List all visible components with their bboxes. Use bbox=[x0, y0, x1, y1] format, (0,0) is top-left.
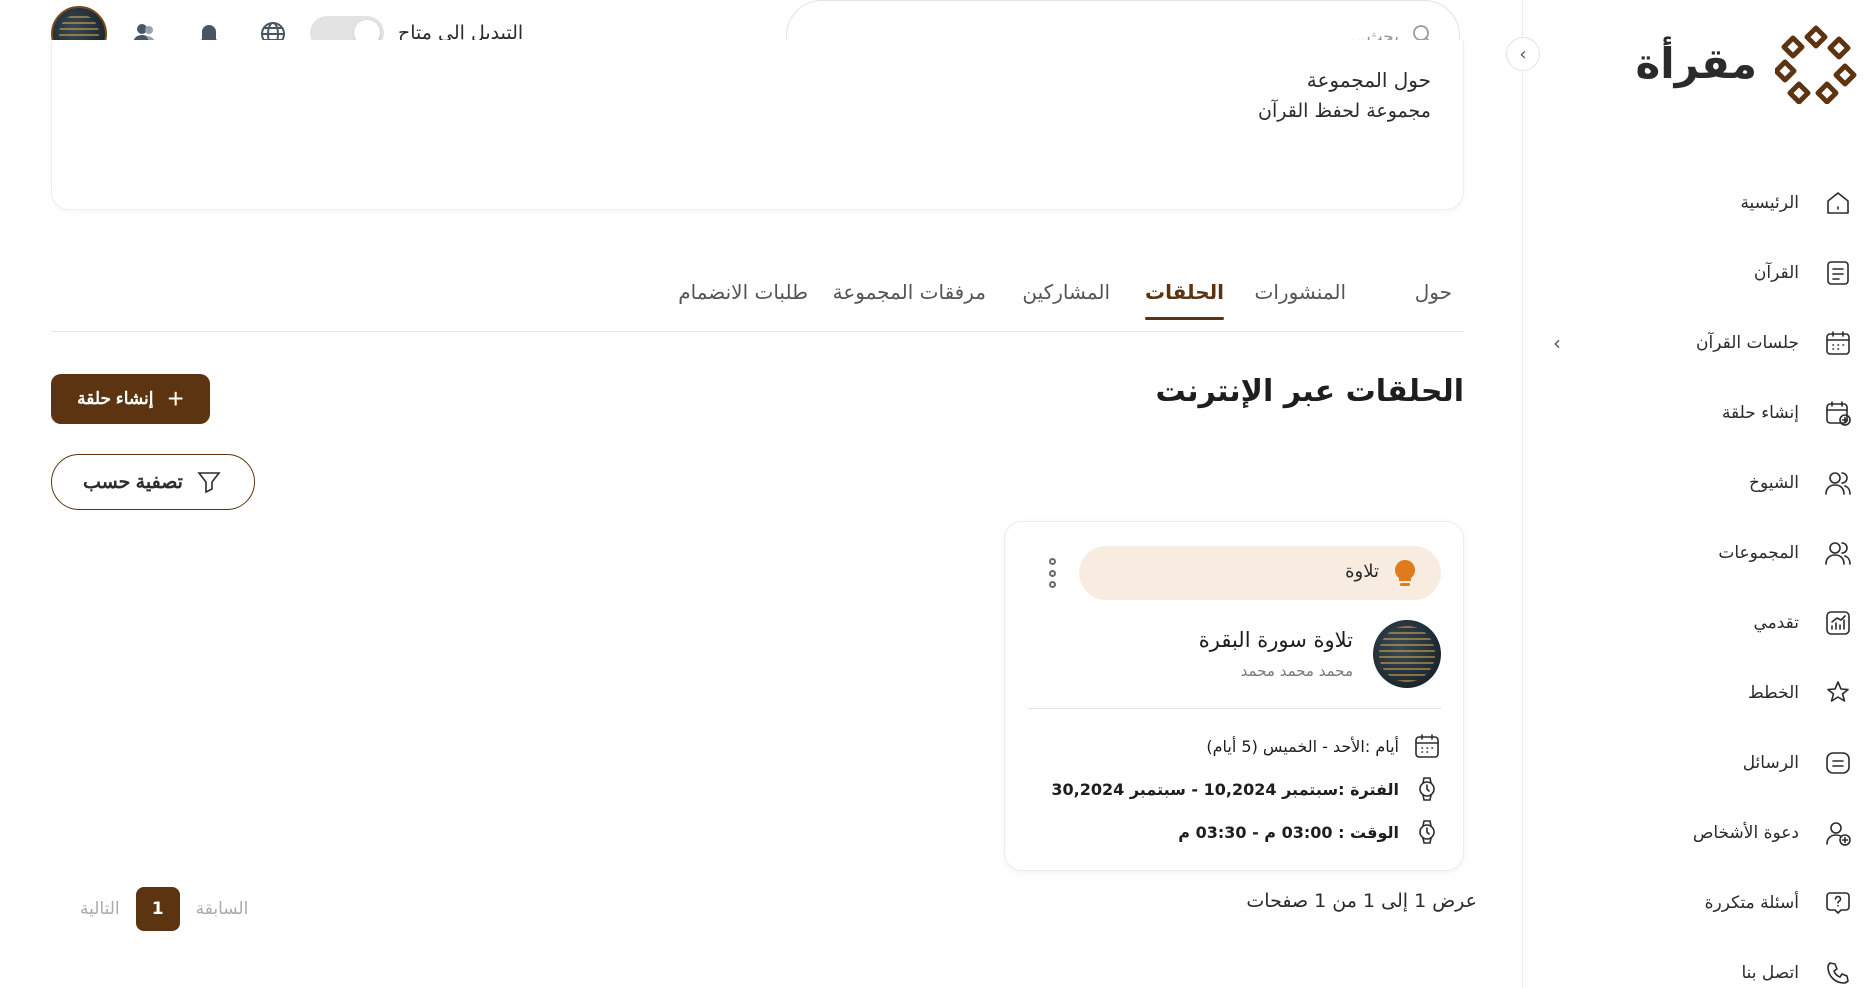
tab-about[interactable]: حول bbox=[1415, 280, 1452, 320]
circle-period: الفترة :سبتمبر 10,2024 - سبتمبر 30,2024 bbox=[1051, 779, 1399, 799]
lightbulb-icon bbox=[1395, 560, 1415, 586]
message-icon bbox=[1823, 748, 1853, 778]
circle-card[interactable]: تلاوة تلاوة سورة البقرة محمد محمد محمد أ… bbox=[1004, 521, 1464, 871]
sidebar-item-label: دعوة الأشخاص bbox=[1692, 823, 1799, 843]
tab-join-requests[interactable]: طلبات الانضمام bbox=[678, 280, 808, 320]
page-number-current[interactable]: 1 bbox=[135, 887, 180, 931]
sidebar-nav: الرئيسية القرآن ‹ جلسات القرآن إنشاء حلق… bbox=[1553, 168, 1853, 988]
watch-icon bbox=[1419, 820, 1435, 844]
teacher-avatar bbox=[1373, 620, 1441, 688]
filter-button[interactable]: تصفية حسب bbox=[51, 454, 255, 510]
star-icon bbox=[1823, 678, 1853, 708]
about-description: مجموعة لحفظ القرآن bbox=[1258, 100, 1431, 122]
circle-type-label: تلاوة bbox=[1345, 561, 1379, 582]
circle-days: أيام :الأحد - الخميس (5 أيام) bbox=[1206, 736, 1399, 756]
sidebar-item-groups[interactable]: المجموعات bbox=[1553, 518, 1853, 588]
sidebar-item-label: إنشاء حلقة bbox=[1721, 403, 1799, 423]
sidebar-item-label: الرسائل bbox=[1742, 753, 1799, 773]
sidebar-item-quran[interactable]: القرآن bbox=[1553, 238, 1853, 308]
tab-circles[interactable]: الحلقات bbox=[1145, 280, 1224, 320]
teacher-name: محمد محمد محمد bbox=[1240, 662, 1353, 680]
sidebar-item-label: جلسات القرآن bbox=[1696, 333, 1799, 353]
sidebar-item-label: تقدمي bbox=[1753, 613, 1799, 633]
filter-label: تصفية حسب bbox=[83, 471, 183, 493]
group-icon bbox=[1823, 538, 1853, 568]
filter-icon bbox=[197, 472, 221, 494]
circle-type-badge: تلاوة bbox=[1079, 546, 1441, 600]
home-icon bbox=[1823, 188, 1853, 218]
sidebar-item-label: اتصل بنا bbox=[1741, 963, 1799, 983]
circle-time: الوقت : 03:00 م - 03:30 م bbox=[1178, 822, 1399, 842]
watch-icon bbox=[1419, 777, 1435, 801]
prev-page-link[interactable]: السابقة bbox=[196, 899, 249, 919]
sidebar-item-plans[interactable]: الخطط bbox=[1553, 658, 1853, 728]
plus-icon: + bbox=[167, 383, 184, 414]
pagination-info: عرض 1 إلى 1 من 1 صفحات bbox=[1246, 890, 1477, 912]
sidebar-item-label: الخطط bbox=[1748, 683, 1799, 703]
phone-icon bbox=[1823, 958, 1853, 988]
user-plus-icon bbox=[1823, 818, 1853, 848]
brand-logo-icon bbox=[1775, 25, 1857, 104]
sidebar-item-create-circle[interactable]: إنشاء حلقة bbox=[1553, 378, 1853, 448]
book-icon bbox=[1823, 258, 1853, 288]
sidebar-item-sheikhs[interactable]: الشيوخ bbox=[1553, 448, 1853, 518]
calendar-icon bbox=[1823, 328, 1853, 358]
sidebar-item-invite[interactable]: دعوة الأشخاص bbox=[1553, 798, 1853, 868]
create-circle-label: إنشاء حلقة bbox=[77, 389, 154, 408]
calendar-icon bbox=[1415, 734, 1439, 758]
chart-icon bbox=[1823, 608, 1853, 638]
sidebar-item-messages[interactable]: الرسائل bbox=[1553, 728, 1853, 798]
brand-name: مقرأة bbox=[1635, 38, 1757, 88]
tab-posts[interactable]: المنشورات bbox=[1255, 280, 1346, 320]
sidebar-item-progress[interactable]: تقدمي bbox=[1553, 588, 1853, 658]
page-title: الحلقات عبر الإنترنت bbox=[1155, 374, 1464, 409]
pagination: السابقة 1 التالية bbox=[80, 887, 248, 931]
sidebar-item-label: أسئلة متكررة bbox=[1704, 893, 1799, 913]
sidebar-item-label: القرآن bbox=[1753, 263, 1799, 283]
chevron-left-icon[interactable]: ‹ bbox=[1553, 331, 1561, 355]
circle-time-row: الوقت : 03:00 م - 03:30 م bbox=[1178, 818, 1441, 846]
tab-attachments[interactable]: مرفقات المجموعة bbox=[833, 280, 986, 320]
calendar-plus-icon bbox=[1823, 398, 1853, 428]
group-tabs: حول المنشورات الحلقات المشاركين مرفقات ا… bbox=[51, 270, 1464, 332]
circle-period-row: الفترة :سبتمبر 10,2024 - سبتمبر 30,2024 bbox=[1051, 775, 1441, 803]
sidebar-item-contact[interactable]: اتصل بنا bbox=[1553, 938, 1853, 988]
help-icon bbox=[1823, 888, 1853, 918]
next-page-link[interactable]: التالية bbox=[80, 899, 120, 919]
about-title: حول المجموعة bbox=[1306, 68, 1431, 92]
sidebar-item-label: المجموعات bbox=[1718, 543, 1799, 563]
sidebar-item-quran-sessions[interactable]: ‹ جلسات القرآن bbox=[1553, 308, 1853, 378]
group-about-card: حول المجموعة مجموعة لحفظ القرآن bbox=[51, 40, 1464, 210]
tab-participants[interactable]: المشاركين bbox=[1022, 280, 1110, 320]
divider bbox=[1027, 708, 1441, 709]
users-icon bbox=[1823, 468, 1853, 498]
circle-title: تلاوة سورة البقرة bbox=[1198, 628, 1353, 652]
brand[interactable]: مقرأة bbox=[1635, 22, 1857, 104]
sidebar: مقرأة ‹ الرئيسية القرآن ‹ جلسات القرآن إ… bbox=[1506, 0, 1873, 988]
sidebar-item-label: الرئيسية bbox=[1740, 193, 1799, 213]
more-options-icon[interactable] bbox=[1047, 558, 1057, 588]
sidebar-item-label: الشيوخ bbox=[1749, 473, 1799, 493]
sidebar-item-faq[interactable]: أسئلة متكررة bbox=[1553, 868, 1853, 938]
circle-days-row: أيام :الأحد - الخميس (5 أيام) bbox=[1206, 732, 1441, 760]
create-circle-button[interactable]: + إنشاء حلقة bbox=[51, 374, 210, 424]
sidebar-item-home[interactable]: الرئيسية bbox=[1553, 168, 1853, 238]
